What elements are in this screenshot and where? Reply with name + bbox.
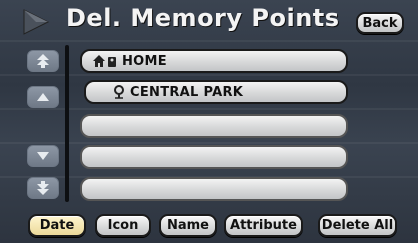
scroll-up-button[interactable]	[27, 86, 59, 108]
up-arrow-icon	[37, 93, 49, 101]
delete-memory-points-screen: Del. Memory Points Back HOME CENTRAL PAR…	[0, 0, 418, 243]
flag-icon	[23, 9, 50, 35]
delete-all-button[interactable]: Delete All	[318, 214, 397, 237]
list-item[interactable]	[80, 145, 348, 169]
park-icon	[114, 85, 124, 99]
sort-by-icon-button[interactable]: Icon	[95, 214, 151, 237]
double-down-arrow-icon	[37, 181, 49, 195]
page-title: Del. Memory Points	[66, 4, 340, 32]
page-up-button[interactable]	[27, 50, 59, 72]
sort-by-attribute-button[interactable]: Attribute	[224, 214, 303, 237]
home-icon	[93, 55, 116, 67]
sort-by-date-button[interactable]: Date	[28, 214, 86, 237]
sort-by-name-button[interactable]: Name	[159, 214, 217, 237]
list-item-label: HOME	[122, 53, 167, 69]
list-item[interactable]: HOME	[80, 49, 348, 73]
list-item-label: CENTRAL PARK	[130, 84, 244, 100]
page-down-button[interactable]	[27, 177, 59, 199]
list-item[interactable]	[80, 114, 348, 138]
list-item[interactable]	[80, 177, 348, 201]
double-up-arrow-icon	[37, 54, 49, 68]
list-item[interactable]: CENTRAL PARK	[84, 80, 348, 104]
scroll-down-button[interactable]	[27, 145, 59, 167]
scrollbar[interactable]	[65, 45, 69, 202]
back-button[interactable]: Back	[356, 12, 404, 34]
down-arrow-icon	[37, 152, 49, 160]
